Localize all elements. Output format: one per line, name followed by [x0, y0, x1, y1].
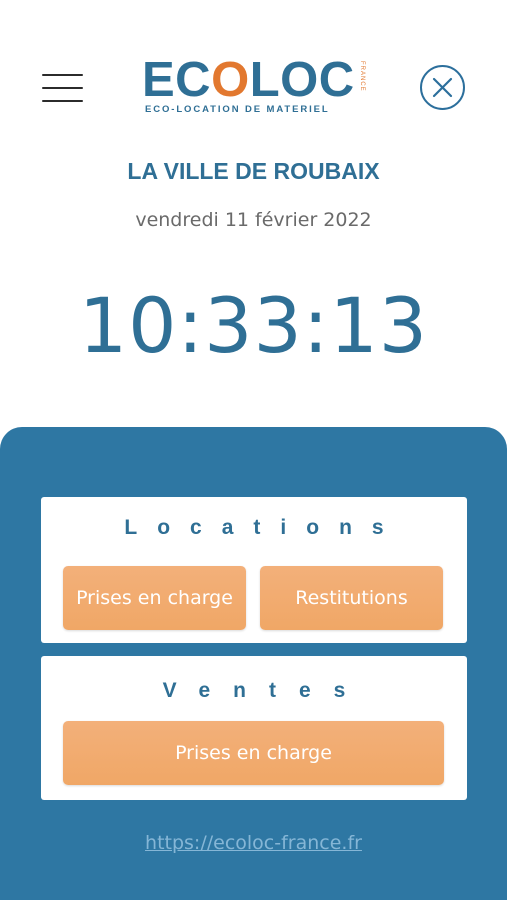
logo-wordmark: ECOLOC: [142, 56, 355, 105]
current-time: 10:33:13: [78, 281, 429, 370]
logo-word-accent: O: [211, 53, 250, 107]
ventes-title: Ventes: [162, 679, 369, 702]
logo-country: FRANCE: [359, 61, 365, 92]
locations-title: Locations: [124, 516, 404, 539]
menu-bar: [42, 87, 83, 89]
locations-return-button[interactable]: Restitutions: [260, 566, 443, 630]
current-date: vendredi 11 février 2022: [135, 209, 372, 231]
ecoloc-logo: ECOLOC ECO-LOCATION DE MATERIEL FRANCE: [142, 56, 366, 120]
logo-word-right: LOC: [249, 53, 355, 107]
locations-card: Locations Prises en charge Restitutions: [41, 497, 467, 643]
ventes-pickup-button[interactable]: Prises en charge: [63, 721, 444, 785]
close-icon: [432, 77, 453, 98]
hamburger-menu-icon[interactable]: [42, 72, 83, 104]
website-link[interactable]: https://ecoloc-france.fr: [0, 832, 507, 854]
locations-pickup-button[interactable]: Prises en charge: [63, 566, 246, 630]
logo-word-left: EC: [142, 53, 212, 107]
city-title: LA VILLE DE ROUBAIX: [127, 158, 380, 184]
ventes-card: Ventes Prises en charge: [41, 656, 467, 800]
logo-tagline: ECO-LOCATION DE MATERIEL: [145, 104, 330, 115]
menu-bar: [42, 100, 83, 102]
menu-bar: [42, 74, 83, 76]
close-button[interactable]: [420, 65, 465, 110]
